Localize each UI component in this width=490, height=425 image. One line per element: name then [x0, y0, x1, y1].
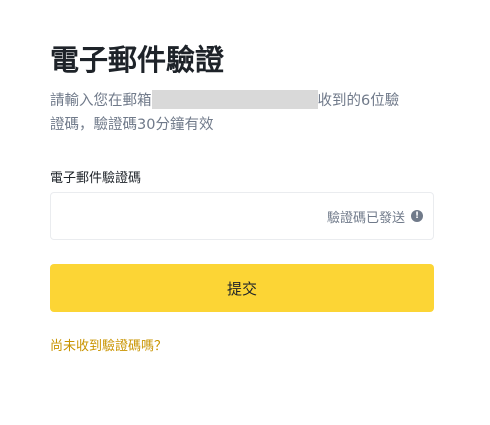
- code-sent-text: 驗證碼已發送: [326, 210, 405, 226]
- code-sent-status: 驗證碼已發送 !: [327, 193, 423, 239]
- not-received-code-link[interactable]: 尚未收到驗證碼嗎？: [50, 337, 167, 357]
- instruction-prefix: 請輸入您在郵箱: [50, 93, 152, 109]
- instruction-line-2: 證碼，驗證碼30分鐘有效: [50, 117, 214, 133]
- instruction-line-1: 請輸入您在郵箱 收到的6位驗: [50, 89, 434, 113]
- instruction-suffix: 收到的6位驗: [317, 93, 400, 109]
- instruction-text: 請輸入您在郵箱 收到的6位驗 證碼，驗證碼30分鐘有效: [50, 89, 434, 137]
- submit-button[interactable]: 提交: [50, 264, 434, 312]
- info-icon: !: [411, 210, 423, 222]
- masked-email: [151, 90, 318, 109]
- code-field-label: 電子郵件驗證碼: [50, 171, 142, 186]
- verification-code-input[interactable]: [63, 193, 303, 239]
- verification-code-field[interactable]: 驗證碼已發送 !: [50, 192, 434, 240]
- page-title: 電子郵件驗證: [50, 43, 225, 77]
